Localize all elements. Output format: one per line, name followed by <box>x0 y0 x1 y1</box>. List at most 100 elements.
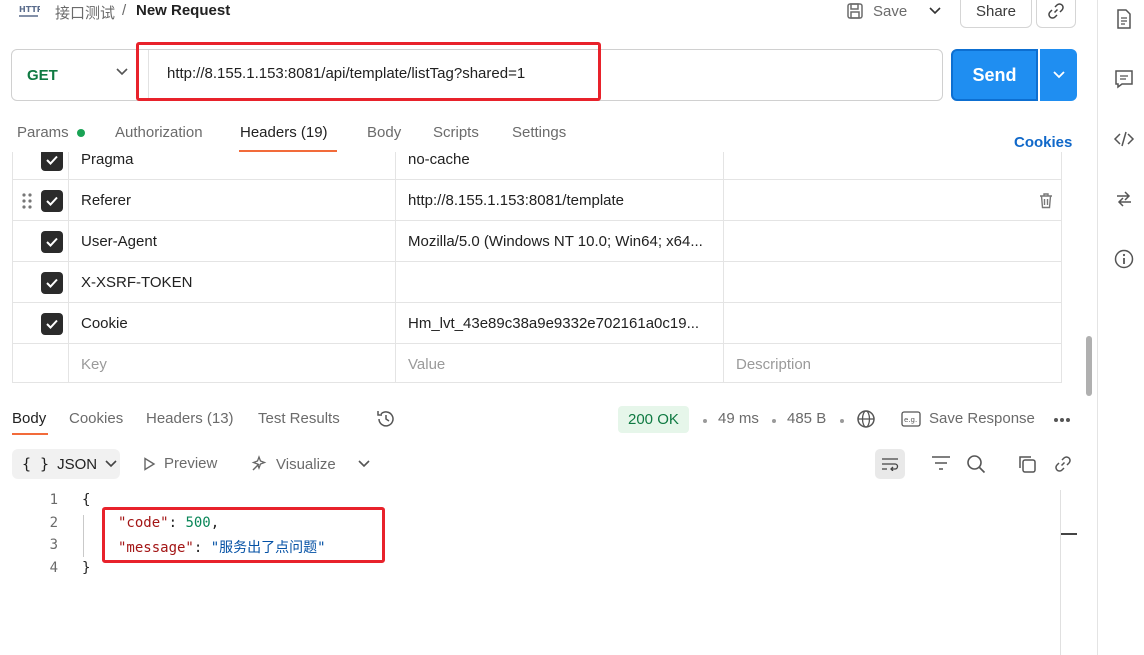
visualize-button[interactable]: Visualize <box>250 455 336 473</box>
table-row: Referer http://8.155.1.153:8081/template <box>13 180 1061 221</box>
globe-icon[interactable] <box>855 408 877 430</box>
response-tab-cookies[interactable]: Cookies <box>69 410 123 427</box>
history-icon[interactable] <box>375 408 397 430</box>
checkbox[interactable] <box>41 189 63 212</box>
wrap-lines-button[interactable] <box>875 449 905 479</box>
header-value[interactable]: http://8.155.1.153:8081/template <box>396 180 724 221</box>
tab-settings[interactable]: Settings <box>512 124 566 141</box>
more-options-icon[interactable] <box>1053 417 1071 423</box>
copy-link-button[interactable] <box>1036 0 1076 28</box>
header-description[interactable] <box>724 180 1061 221</box>
checkbox[interactable] <box>41 271 63 294</box>
table-row: User-Agent Mozilla/5.0 (Windows NT 10.0;… <box>13 221 1061 262</box>
format-select[interactable]: { } JSON <box>12 449 120 479</box>
top-bar: HTTP 接口测试 / New Request Save Share <box>0 0 1098 28</box>
breadcrumb-collection[interactable]: 接口测试 <box>55 2 115 23</box>
response-tab-test-results[interactable]: Test Results <box>258 410 340 427</box>
code-line-code: "code": 500, <box>118 515 220 531</box>
link-icon[interactable] <box>1053 454 1073 474</box>
table-row: Cookie Hm_lvt_43e89c38a9e9332e702161a0c1… <box>13 303 1061 344</box>
header-key[interactable]: X-XSRF-TOKEN <box>69 262 396 303</box>
tab-headers[interactable]: Headers (19) <box>240 124 328 141</box>
share-button[interactable]: Share <box>960 0 1032 28</box>
header-value[interactable]: Mozilla/5.0 (Windows NT 10.0; Win64; x64… <box>396 221 724 262</box>
header-key[interactable]: User-Agent <box>69 221 396 262</box>
cookies-link[interactable]: Cookies <box>1014 134 1072 151</box>
comments-icon[interactable] <box>1113 68 1135 90</box>
url-input[interactable]: http://8.155.1.153:8081/api/template/lis… <box>167 65 525 82</box>
json-key: "message" <box>118 540 194 556</box>
url-bar: GET http://8.155.1.153:8081/api/template… <box>11 49 943 101</box>
response-tab-body[interactable]: Body <box>12 410 46 427</box>
response-time[interactable]: 49 ms <box>718 410 759 427</box>
braces-icon: { } <box>22 455 50 473</box>
request-title[interactable]: New Request <box>136 2 230 19</box>
save-button[interactable]: Save <box>846 0 907 22</box>
visualize-icon <box>251 455 267 471</box>
tab-body[interactable]: Body <box>367 124 401 141</box>
scrollbar[interactable] <box>1086 336 1092 396</box>
line-number: 1 <box>49 492 58 508</box>
save-options-button[interactable] <box>920 0 950 22</box>
header-key[interactable]: Referer <box>69 180 396 221</box>
header-value[interactable] <box>396 262 724 303</box>
new-value-input[interactable]: Value <box>396 344 724 382</box>
indent-guide <box>83 515 84 557</box>
info-icon[interactable] <box>1113 248 1135 270</box>
separator-dot <box>772 419 776 423</box>
save-response-button[interactable]: e.g. Save Response <box>901 410 1035 427</box>
new-description-input[interactable]: Description <box>724 344 1061 382</box>
send-button[interactable]: Send <box>951 49 1038 101</box>
table-row: Pragma no-cache <box>13 152 1061 180</box>
visualize-options-chevron[interactable] <box>358 460 370 468</box>
example-icon: e.g. <box>901 410 921 427</box>
svg-text:HTTP: HTTP <box>19 5 40 14</box>
method-select[interactable]: GET <box>12 50 149 100</box>
table-row-new: Key Value Description <box>13 344 1061 382</box>
checkbox[interactable] <box>41 230 63 253</box>
header-key[interactable]: Cookie <box>69 303 396 344</box>
wrap-icon <box>882 458 899 471</box>
status-badge[interactable]: 200 OK <box>618 406 689 433</box>
trash-icon[interactable] <box>1038 192 1054 209</box>
tab-authorization[interactable]: Authorization <box>115 124 203 141</box>
header-description[interactable] <box>724 221 1061 262</box>
save-response-label: Save Response <box>929 410 1035 427</box>
send-options-button[interactable] <box>1040 49 1077 101</box>
editor-scroll-track <box>1060 490 1061 655</box>
response-size[interactable]: 485 B <box>787 410 826 427</box>
new-key-input[interactable]: Key <box>69 344 396 382</box>
svg-text:e.g.: e.g. <box>904 416 917 424</box>
tab-scripts[interactable]: Scripts <box>433 124 479 141</box>
documentation-icon[interactable] <box>1113 8 1135 30</box>
checkbox[interactable] <box>41 312 63 335</box>
method-value: GET <box>27 66 58 84</box>
params-indicator-dot <box>77 129 85 137</box>
table-row: X-XSRF-TOKEN <box>13 262 1061 303</box>
code-icon[interactable] <box>1113 128 1135 150</box>
copy-icon[interactable] <box>1017 454 1037 474</box>
separator-dot <box>840 419 844 423</box>
drag-handle-icon[interactable] <box>21 192 33 210</box>
visualize-label: Visualize <box>276 455 336 473</box>
related-collections-icon[interactable] <box>1113 188 1135 210</box>
header-description[interactable] <box>724 262 1061 303</box>
checkbox[interactable] <box>41 152 63 171</box>
header-description[interactable] <box>724 152 1061 180</box>
preview-button[interactable]: Preview <box>142 455 217 472</box>
header-key[interactable]: Pragma <box>69 152 396 180</box>
header-description[interactable] <box>724 303 1061 344</box>
search-icon[interactable] <box>966 454 986 474</box>
editor-scroll-marker <box>1061 533 1077 535</box>
tab-params[interactable]: Params <box>17 124 69 141</box>
play-icon <box>144 456 156 471</box>
line-number: 2 <box>49 515 58 531</box>
right-sidebar <box>1097 0 1144 655</box>
header-value[interactable]: Hm_lvt_43e89c38a9e9332e702161a0c19... <box>396 303 724 344</box>
chevron-down-icon <box>116 68 128 76</box>
header-value[interactable]: no-cache <box>396 152 724 180</box>
filter-icon[interactable] <box>931 455 951 471</box>
response-tab-headers[interactable]: Headers (13) <box>146 410 234 427</box>
headers-table: Pragma no-cache Referer http://8.155.1.1… <box>12 152 1062 383</box>
code-line-close-brace: } <box>82 560 91 576</box>
